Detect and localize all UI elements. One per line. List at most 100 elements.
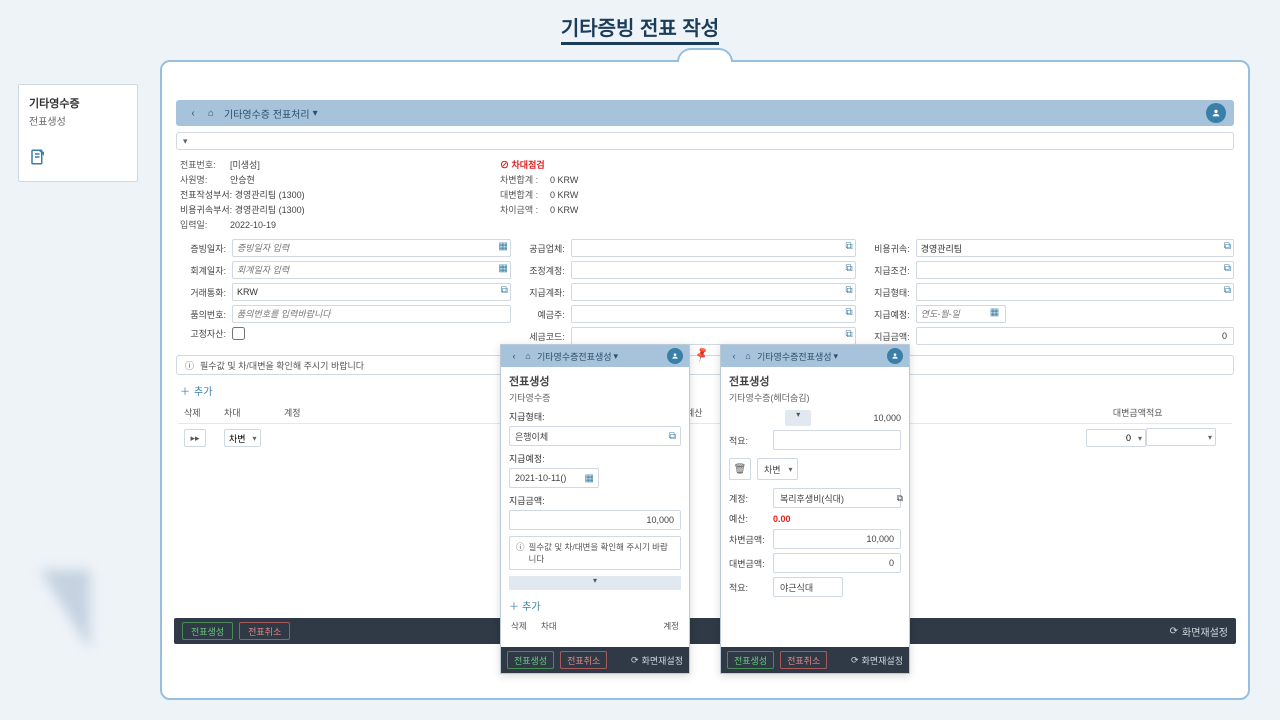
info-icon: ⓘ — [185, 359, 194, 372]
pay-account-input[interactable] — [571, 283, 856, 301]
budget-value: 0.00 — [773, 514, 791, 524]
acct-date-input[interactable] — [232, 261, 511, 279]
document-icon — [29, 148, 127, 171]
supplier-input[interactable] — [571, 239, 856, 257]
fixed-asset-checkbox[interactable] — [232, 327, 245, 340]
calendar-icon[interactable]: ▦ — [498, 263, 507, 274]
pay-form-input[interactable] — [916, 283, 1234, 301]
evidence-date-input[interactable] — [232, 239, 511, 257]
cancel-voucher-button[interactable]: 전표취소 — [780, 651, 827, 669]
chevron-down-icon: ▾ — [313, 108, 318, 119]
collapse-toggle[interactable]: ▾ — [176, 132, 1234, 150]
adj-acct-input[interactable] — [571, 261, 856, 279]
user-icon[interactable] — [667, 348, 683, 364]
popup-message: ⓘ필수값 및 차/대변을 확인해 주시기 바랍니다 — [509, 536, 681, 570]
add-row-button[interactable]: ＋추가 — [180, 383, 1230, 398]
desc2-input[interactable]: 야근식대 — [773, 577, 843, 597]
cost-attr-input[interactable] — [916, 239, 1234, 257]
panel-notch — [677, 48, 733, 62]
lookup-icon[interactable]: ⧉ — [1224, 263, 1231, 274]
popup-title: 전표생성 — [509, 373, 681, 389]
cancel-voucher-button[interactable]: 전표취소 — [239, 622, 290, 640]
plus-icon: ＋ — [180, 383, 190, 398]
lookup-icon[interactable]: ⧉ — [846, 241, 853, 252]
error-icon: ⊘ — [500, 160, 512, 170]
expand-row-icon[interactable]: ▸▸ — [184, 429, 206, 447]
page-title: 기타증빙 전표 작성 — [0, 0, 1280, 49]
breadcrumb[interactable]: 기타영수증전표생성▾ — [757, 350, 838, 363]
create-voucher-button[interactable]: 전표생성 — [182, 622, 233, 640]
home-icon[interactable]: ⌂ — [521, 351, 535, 361]
pay-form-input[interactable]: 은행이체⧉ — [509, 426, 681, 446]
lookup-icon[interactable]: ⧉ — [846, 329, 853, 340]
popup-subtitle: 기타영수증(헤더숨김) — [729, 391, 901, 404]
dc-select[interactable]: 차변 — [757, 458, 798, 480]
main-panel: ‹ ⌂ 기타영수증 전표처리▾ ▾ 전표번호:[미생성] 사원명:안승현 전표작… — [160, 60, 1250, 700]
back-icon[interactable]: ‹ — [507, 351, 521, 361]
lookup-icon[interactable]: ⧉ — [669, 431, 676, 442]
lookup-icon[interactable]: ⧉ — [897, 493, 903, 504]
collapse-toggle[interactable]: ▾ — [785, 410, 811, 426]
refresh-icon: ⟳ — [1170, 626, 1178, 637]
chevron-down-icon: ▾ — [183, 136, 188, 147]
dc-select[interactable]: 차변 — [224, 429, 261, 447]
form-grid: 증빙일자:▦ 회계일자:▦ 거래통화:⧉ 품의번호: 고정자산: 공급업체:⧉ … — [176, 239, 1234, 349]
user-icon[interactable] — [887, 348, 903, 364]
pay-cond-input[interactable] — [916, 261, 1234, 279]
topbar: ‹ ⌂ 기타영수증 전표처리▾ — [176, 100, 1234, 126]
reset-button[interactable]: ⟳화면재설정 — [851, 654, 903, 667]
reset-button[interactable]: ⟳화면재설정 — [1170, 624, 1228, 639]
refresh-icon: ⟳ — [851, 655, 859, 666]
create-voucher-button[interactable]: 전표생성 — [727, 651, 774, 669]
debit-amt-input[interactable]: 10,000 — [773, 529, 901, 549]
lookup-icon[interactable]: ⧉ — [846, 285, 853, 296]
lookup-icon[interactable]: ⧉ — [1224, 241, 1231, 252]
expand-toggle[interactable]: ▾ — [509, 576, 681, 590]
home-icon[interactable]: ⌂ — [741, 351, 755, 361]
calendar-icon[interactable]: ▦ — [990, 307, 999, 318]
popup-voucher-create: ‹ ⌂ 기타영수증전표생성▾ 전표생성 기타영수증 지급형태: 은행이체⧉ 지급… — [500, 344, 690, 674]
pointer-shadow — [40, 570, 90, 650]
sidebar-card[interactable]: 기타영수증 전표생성 — [18, 84, 138, 182]
table-row: ▸▸ 차변 0 — [178, 424, 1232, 452]
header-info: 전표번호:[미생성] 사원명:안승현 전표작성부서: 경영관리팀 (1300) … — [180, 158, 1230, 233]
calendar-icon[interactable]: ▦ — [498, 241, 507, 252]
reset-button[interactable]: ⟳화면재설정 — [631, 654, 683, 667]
breadcrumb[interactable]: 기타영수증 전표처리▾ — [224, 106, 318, 121]
breadcrumb[interactable]: 기타영수증전표생성▾ — [537, 350, 618, 363]
cancel-voucher-button[interactable]: 전표취소 — [560, 651, 607, 669]
delete-icon[interactable]: 🗑 — [729, 458, 751, 480]
create-voucher-button[interactable]: 전표생성 — [507, 651, 554, 669]
refresh-icon: ⟳ — [631, 655, 639, 666]
credit-amt-input[interactable]: 0 — [773, 553, 901, 573]
currency-input[interactable] — [232, 283, 511, 301]
plus-icon: ＋ — [509, 598, 519, 613]
lines-table: 삭제 차대 계정 예산 대변금액 적요 ▸▸ 차변 0 — [178, 402, 1232, 452]
deposit-owner-input[interactable] — [571, 305, 856, 323]
desc-input[interactable] — [773, 430, 901, 450]
back-icon[interactable]: ‹ — [184, 108, 202, 119]
lookup-icon[interactable]: ⧉ — [846, 307, 853, 318]
info-icon: ⓘ — [516, 541, 525, 565]
pay-amt-input[interactable] — [916, 327, 1234, 345]
calendar-icon[interactable]: ▦ — [585, 473, 594, 484]
pay-amt-input[interactable]: 10,000 — [509, 510, 681, 530]
lookup-icon[interactable]: ⧉ — [1224, 285, 1231, 296]
card-subtitle: 전표생성 — [29, 113, 127, 128]
add-button[interactable]: ＋추가 — [509, 598, 681, 613]
lookup-icon[interactable]: ⧉ — [846, 263, 853, 274]
user-icon[interactable] — [1206, 103, 1226, 123]
popup-subtitle: 기타영수증 — [509, 391, 681, 404]
popup-title: 전표생성 — [729, 373, 901, 389]
home-icon[interactable]: ⌂ — [202, 108, 220, 119]
decision-no-input[interactable] — [232, 305, 511, 323]
back-icon[interactable]: ‹ — [727, 351, 741, 361]
popup-voucher-create-collapsed: ‹ ⌂ 기타영수증전표생성▾ 전표생성 기타영수증(헤더숨김) ▾10,000 … — [720, 344, 910, 674]
pay-sched-input[interactable]: 2021-10-11()▦ — [509, 468, 599, 488]
lookup-icon[interactable]: ⧉ — [501, 285, 508, 296]
desc-cell[interactable] — [1146, 428, 1216, 446]
credit-amt-cell[interactable]: 0 — [1086, 429, 1146, 447]
card-title: 기타영수증 — [29, 95, 127, 111]
acct-input[interactable]: 복리후생비(식대)⧉ — [773, 488, 901, 508]
tax-code-input[interactable] — [571, 327, 856, 345]
